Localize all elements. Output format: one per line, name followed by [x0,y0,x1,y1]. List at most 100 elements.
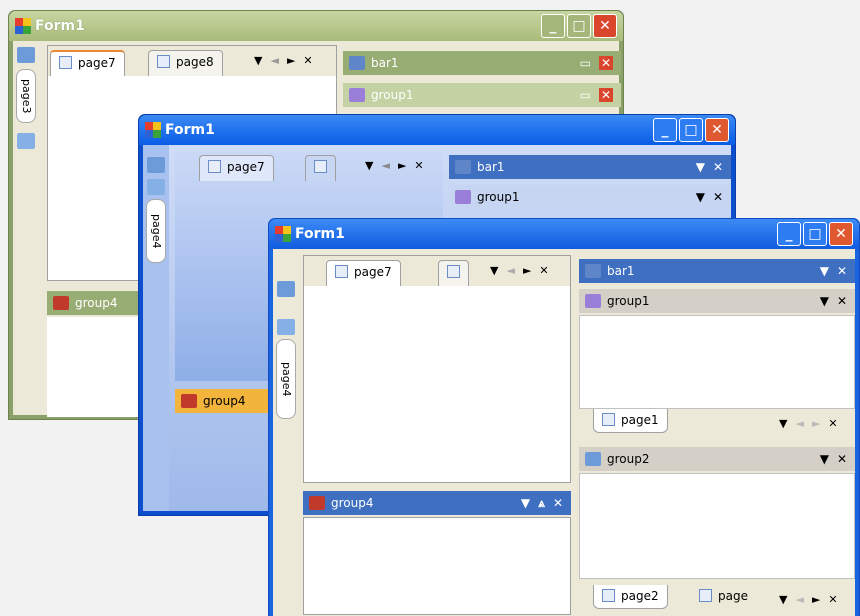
side-strip: page4 [273,249,299,616]
minimize-button[interactable]: _ [777,222,801,246]
side-tab-page4[interactable]: page4 [276,339,296,419]
group1-header[interactable]: group1 ▼ ✕ [449,185,731,209]
document-icon [314,160,327,173]
window-classic: Form1 _ □ ✕ page4 page7 ▼ ◄ ► ✕ group4 ▼… [268,218,860,616]
group-icon [53,296,69,310]
group-menu-button[interactable]: ▼ [820,294,829,308]
group4-header[interactable]: group4 [47,291,147,315]
tab-page-truncated[interactable]: page [691,585,765,609]
document-icon [208,160,221,173]
bar-close-button[interactable]: ✕ [713,160,723,174]
close-button[interactable]: ✕ [705,118,729,142]
close-button[interactable]: ✕ [593,14,617,38]
tab-menu-button[interactable]: ▼ [365,159,373,172]
tab-label: page2 [621,589,659,603]
group4-header[interactable]: group4 ▼ ⩓ ✕ [303,491,571,515]
bar-menu-button[interactable]: ▼ [696,160,705,174]
group-close-button[interactable]: ✕ [837,452,847,466]
tab-close-button[interactable]: ✕ [828,593,837,606]
tab-next-button[interactable]: ► [398,159,406,172]
group-collapse-button[interactable]: ⩓ [538,496,545,511]
group-menu-button[interactable]: ▼ [521,496,530,511]
tab-navigation: ▼ ◄ ► ✕ [779,417,838,430]
bar-restore-button[interactable]: ▭ [580,56,591,70]
group-label: group4 [75,296,118,310]
tab-prev-button[interactable]: ◄ [506,264,514,277]
group1-header[interactable]: group1 ▭ ✕ [343,83,621,107]
tab-page7[interactable]: page7 [199,155,274,181]
tab-close-button[interactable]: ✕ [539,264,548,277]
tab-close-button[interactable]: ✕ [414,159,423,172]
tab-page1[interactable]: page1 [593,409,668,433]
bar1-header[interactable]: bar1 ▭ ✕ [343,51,621,75]
bar-label: bar1 [371,56,399,70]
maximize-button[interactable]: □ [679,118,703,142]
tab-prev-button[interactable]: ◄ [270,54,278,67]
tab-page7[interactable]: page7 [326,260,401,286]
bar-label: bar1 [477,160,505,174]
group-restore-button[interactable]: ▭ [580,88,591,102]
group-icon [349,88,365,102]
tab-close-button[interactable]: ✕ [303,54,312,67]
group-label: group1 [371,88,414,102]
tab-menu-button[interactable]: ▼ [254,54,262,67]
tab-next-button[interactable]: ► [812,417,820,430]
tab-page2[interactable]: page2 [593,585,668,609]
group-menu-button[interactable]: ▼ [820,452,829,466]
maximize-button[interactable]: □ [803,222,827,246]
window-title: Form1 [165,122,215,138]
group2-header[interactable]: group2 ▼ ✕ [579,447,855,471]
group1-body [579,315,855,409]
tab-next-button[interactable]: ► [523,264,531,277]
form-icon[interactable] [277,281,295,297]
bar-close-button[interactable]: ✕ [598,56,613,70]
tab-next-button[interactable]: ► [812,593,820,606]
group-close-button[interactable]: ✕ [837,294,847,308]
tab-next-button[interactable]: ► [287,54,295,67]
side-tab-page4[interactable]: page4 [146,199,166,263]
group1-header[interactable]: group1 ▼ ✕ [579,289,855,313]
group4-header[interactable]: group4 [175,389,275,413]
titlebar[interactable]: Form1 _ □ ✕ [9,11,623,41]
bar-menu-button[interactable]: ▼ [820,264,829,278]
toolbox-icon[interactable] [147,179,165,195]
group1-tabbar: page1 ▼ ◄ ► ✕ [579,409,855,439]
document-icon [699,589,712,602]
toolbox-icon[interactable] [277,319,295,335]
minimize-button[interactable]: _ [541,14,565,38]
document-tabbar: page7 page8 ▼ ◄ ► ✕ [48,46,336,76]
form-icon[interactable] [147,157,165,173]
maximize-button[interactable]: □ [567,14,591,38]
tab-close-button[interactable]: ✕ [828,417,837,430]
group-close-button[interactable]: ✕ [598,88,613,102]
tab-page7[interactable]: page7 [50,50,125,76]
group2-tabbar: page2 page ▼ ◄ ► ✕ [579,585,855,615]
titlebar[interactable]: Form1 _ □ ✕ [269,219,859,249]
group4-body [303,517,571,615]
close-button[interactable]: ✕ [829,222,853,246]
tab-prev-button[interactable]: ◄ [795,417,803,430]
group-label: group4 [203,394,246,408]
group-close-button[interactable]: ✕ [553,496,563,511]
toolbox-icon[interactable] [17,133,35,149]
group-menu-button[interactable]: ▼ [696,190,705,204]
tab-menu-button[interactable]: ▼ [490,264,498,277]
side-tab-page3[interactable]: page3 [16,69,36,123]
document-icon [447,265,460,278]
tab-second[interactable] [305,155,336,181]
tab-prev-button[interactable]: ◄ [381,159,389,172]
titlebar[interactable]: Form1 _ □ ✕ [139,115,735,145]
bar-close-button[interactable]: ✕ [837,264,847,278]
tab-prev-button[interactable]: ◄ [795,593,803,606]
tab-second[interactable] [438,260,469,286]
group-close-button[interactable]: ✕ [713,190,723,204]
document-tabbar: page7 ▼ ◄ ► ✕ [175,151,443,181]
form-icon[interactable] [17,47,35,63]
tab-page8[interactable]: page8 [148,50,223,76]
minimize-button[interactable]: _ [653,118,677,142]
tab-menu-button[interactable]: ▼ [779,417,787,430]
tab-menu-button[interactable]: ▼ [779,593,787,606]
bar1-header[interactable]: bar1 ▼ ✕ [449,155,731,179]
app-icon [15,18,31,34]
bar1-header[interactable]: bar1 ▼ ✕ [579,259,855,283]
